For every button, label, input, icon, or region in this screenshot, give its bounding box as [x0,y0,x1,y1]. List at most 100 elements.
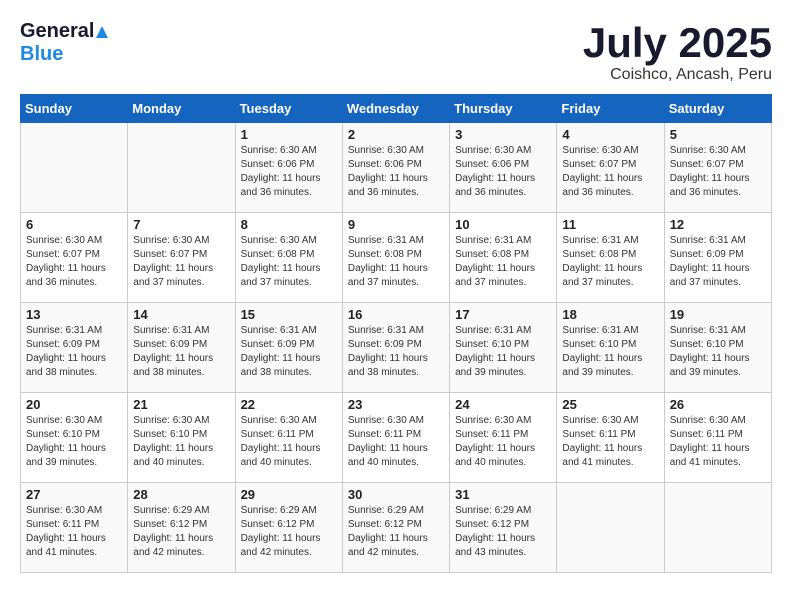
day-info: Sunrise: 6:30 AM Sunset: 6:11 PM Dayligh… [241,414,337,470]
day-info: Sunrise: 6:31 AM Sunset: 6:08 PM Dayligh… [455,234,551,290]
day-of-week-header: Wednesday [342,95,449,123]
calendar-cell: 26Sunrise: 6:30 AM Sunset: 6:11 PM Dayli… [664,393,771,483]
calendar-cell: 9 Sunrise: 6:31 AM Sunset: 6:08 PM Daylig… [342,213,449,303]
calendar-cell [128,123,235,213]
calendar-cell: 13Sunrise: 6:31 AM Sunset: 6:09 PM Dayli… [21,303,128,393]
day-info: Sunrise: 6:31 AM Sunset: 6:09 PM Dayligh… [26,324,122,380]
day-number: 22 [241,397,337,412]
calendar-cell: 5 Sunrise: 6:30 AM Sunset: 6:07 PM Daylig… [664,123,771,213]
day-info: Sunrise: 6:29 AM Sunset: 6:12 PM Dayligh… [241,504,337,560]
day-info: Sunrise: 6:30 AM Sunset: 6:06 PM Dayligh… [455,144,551,200]
calendar-cell: 8 Sunrise: 6:30 AM Sunset: 6:08 PM Daylig… [235,213,342,303]
day-number: 15 [241,307,337,322]
calendar-cell: 12 Sunrise: 6:31 AM Sunset: 6:09 PM Dayli… [664,213,771,303]
calendar-cell: 1Sunrise: 6:30 AM Sunset: 6:06 PM Daylig… [235,123,342,213]
calendar-title: July 2025 [583,20,772,66]
logo-blue: Blue [20,43,63,66]
calendar-cell [557,483,664,573]
calendar-cell: 14Sunrise: 6:31 AM Sunset: 6:09 PM Dayli… [128,303,235,393]
calendar-cell [21,123,128,213]
calendar-cell: 11 Sunrise: 6:31 AM Sunset: 6:08 PM Dayli… [557,213,664,303]
day-number: 17 [455,307,551,322]
calendar-subtitle: Coishco, Ancash, Peru [583,66,772,84]
calendar-cell: 29 Sunrise: 6:29 AM Sunset: 6:12 PM Dayli… [235,483,342,573]
day-number: 1 [241,127,337,142]
day-number: 28 [133,487,229,502]
day-info: Sunrise: 6:30 AM Sunset: 6:10 PM Dayligh… [133,414,229,470]
day-info: Sunrise: 6:31 AM Sunset: 6:10 PM Dayligh… [562,324,658,380]
calendar-cell: 30 Sunrise: 6:29 AM Sunset: 6:12 PM Dayli… [342,483,449,573]
day-info: Sunrise: 6:30 AM Sunset: 6:10 PM Dayligh… [26,414,122,470]
day-number: 16 [348,307,444,322]
day-info: Sunrise: 6:30 AM Sunset: 6:07 PM Dayligh… [133,234,229,290]
day-info: Sunrise: 6:31 AM Sunset: 6:10 PM Dayligh… [670,324,766,380]
day-number: 12 [670,217,766,232]
day-info: Sunrise: 6:30 AM Sunset: 6:07 PM Dayligh… [26,234,122,290]
day-of-week-header: Monday [128,95,235,123]
calendar-cell: 18Sunrise: 6:31 AM Sunset: 6:10 PM Dayli… [557,303,664,393]
calendar-cell: 25 Sunrise: 6:30 AM Sunset: 6:11 PM Dayli… [557,393,664,483]
calendar-cell: 31 Sunrise: 6:29 AM Sunset: 6:12 PM Dayli… [450,483,557,573]
calendar-cell: 17Sunrise: 6:31 AM Sunset: 6:10 PM Dayli… [450,303,557,393]
day-number: 14 [133,307,229,322]
calendar-week-row: 20Sunrise: 6:30 AM Sunset: 6:10 PM Dayli… [21,393,772,483]
day-number: 5 [670,127,766,142]
day-info: Sunrise: 6:30 AM Sunset: 6:11 PM Dayligh… [348,414,444,470]
day-info: Sunrise: 6:30 AM Sunset: 6:08 PM Dayligh… [241,234,337,290]
day-info: Sunrise: 6:30 AM Sunset: 6:11 PM Dayligh… [455,414,551,470]
title-area: July 2025 Coishco, Ancash, Peru [583,20,772,84]
day-number: 9 [348,217,444,232]
day-number: 11 [562,217,658,232]
day-of-week-header: Friday [557,95,664,123]
day-number: 27 [26,487,122,502]
day-info: Sunrise: 6:29 AM Sunset: 6:12 PM Dayligh… [455,504,551,560]
day-info: Sunrise: 6:30 AM Sunset: 6:11 PM Dayligh… [562,414,658,470]
calendar-cell [664,483,771,573]
day-number: 4 [562,127,658,142]
day-number: 24 [455,397,551,412]
logo: General Blue [20,20,109,66]
day-number: 7 [133,217,229,232]
calendar-cell: 23 Sunrise: 6:30 AM Sunset: 6:11 PM Dayli… [342,393,449,483]
logo-triangle-icon [95,25,109,39]
day-info: Sunrise: 6:30 AM Sunset: 6:11 PM Dayligh… [26,504,122,560]
day-info: Sunrise: 6:31 AM Sunset: 6:09 PM Dayligh… [670,234,766,290]
calendar-cell: 16 Sunrise: 6:31 AM Sunset: 6:09 PM Dayli… [342,303,449,393]
calendar-cell: 21Sunrise: 6:30 AM Sunset: 6:10 PM Dayli… [128,393,235,483]
calendar-cell: 3 Sunrise: 6:30 AM Sunset: 6:06 PM Daylig… [450,123,557,213]
calendar-cell: 27 Sunrise: 6:30 AM Sunset: 6:11 PM Dayli… [21,483,128,573]
day-info: Sunrise: 6:30 AM Sunset: 6:07 PM Dayligh… [670,144,766,200]
day-info: Sunrise: 6:31 AM Sunset: 6:08 PM Dayligh… [562,234,658,290]
day-info: Sunrise: 6:31 AM Sunset: 6:08 PM Dayligh… [348,234,444,290]
calendar-cell: 22 Sunrise: 6:30 AM Sunset: 6:11 PM Dayli… [235,393,342,483]
day-of-week-header: Sunday [21,95,128,123]
day-info: Sunrise: 6:29 AM Sunset: 6:12 PM Dayligh… [348,504,444,560]
calendar-cell: 20Sunrise: 6:30 AM Sunset: 6:10 PM Dayli… [21,393,128,483]
calendar-week-row: 6 Sunrise: 6:30 AM Sunset: 6:07 PM Daylig… [21,213,772,303]
day-info: Sunrise: 6:31 AM Sunset: 6:09 PM Dayligh… [348,324,444,380]
calendar-header: SundayMondayTuesdayWednesdayThursdayFrid… [21,95,772,123]
day-number: 3 [455,127,551,142]
calendar-week-row: 1 Sunrise: 6:30 AM Sunset: 6:06 PM Daylig… [21,123,772,213]
day-number: 31 [455,487,551,502]
day-of-week-header: Tuesday [235,95,342,123]
day-info: Sunrise: 6:30 AM Sunset: 6:07 PM Dayligh… [562,144,658,200]
calendar-table: SundayMondayTuesdayWednesdayThursdayFrid… [20,94,772,573]
day-number: 6 [26,217,122,232]
day-number: 25 [562,397,658,412]
day-number: 30 [348,487,444,502]
calendar-cell: 15 Sunrise: 6:31 AM Sunset: 6:09 PM Dayli… [235,303,342,393]
day-number: 29 [241,487,337,502]
day-number: 23 [348,397,444,412]
day-number: 26 [670,397,766,412]
day-of-week-header: Thursday [450,95,557,123]
calendar-cell: 7 Sunrise: 6:30 AM Sunset: 6:07 PM Daylig… [128,213,235,303]
day-info: Sunrise: 6:31 AM Sunset: 6:09 PM Dayligh… [241,324,337,380]
logo-general: General [20,20,94,43]
calendar-week-row: 13Sunrise: 6:31 AM Sunset: 6:09 PM Dayli… [21,303,772,393]
day-number: 8 [241,217,337,232]
day-of-week-header: Saturday [664,95,771,123]
calendar-cell: 19Sunrise: 6:31 AM Sunset: 6:10 PM Dayli… [664,303,771,393]
calendar-week-row: 27 Sunrise: 6:30 AM Sunset: 6:11 PM Dayli… [21,483,772,573]
day-number: 10 [455,217,551,232]
